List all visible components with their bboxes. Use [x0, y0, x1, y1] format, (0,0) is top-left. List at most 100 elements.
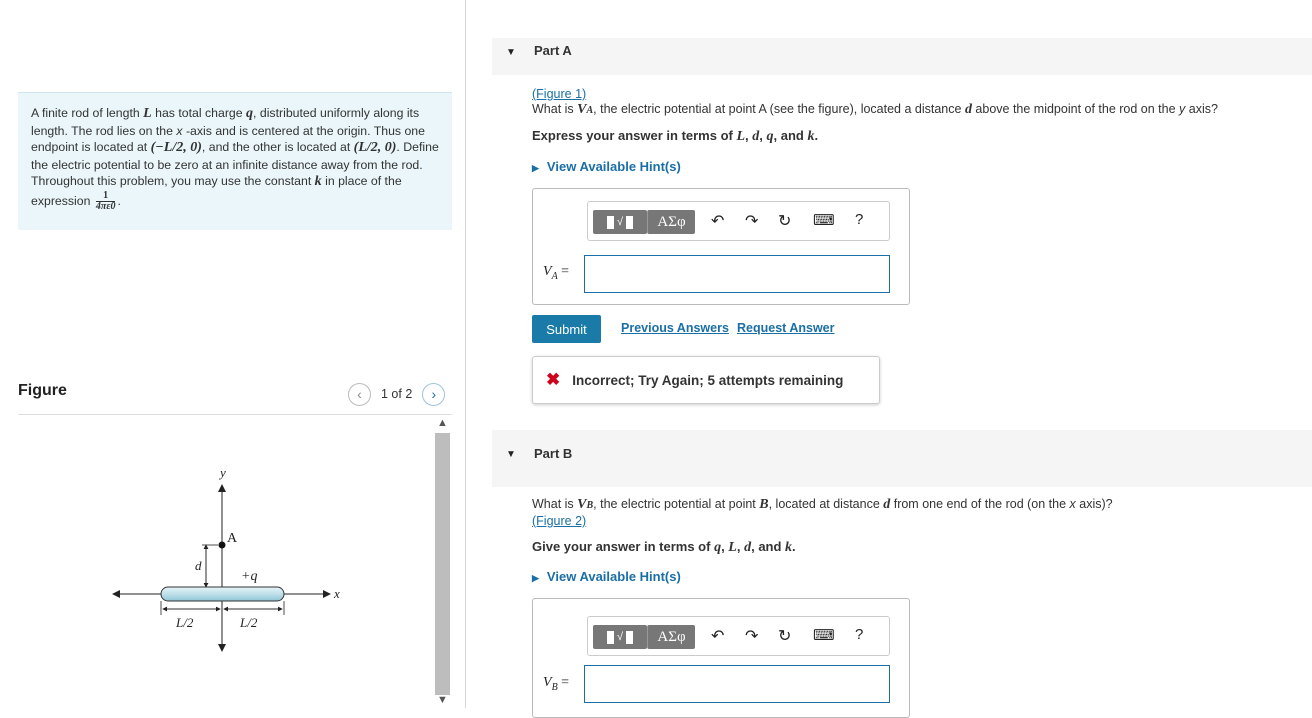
figure-scrollbar[interactable]: ▲ ▼	[433, 415, 452, 708]
caret-right-icon: ▶	[532, 573, 539, 583]
answer-input-vb[interactable]	[584, 665, 890, 703]
charged-rod	[160, 586, 285, 602]
part-a-header[interactable]: ▼ Part A	[492, 38, 1312, 75]
math-L: L	[143, 106, 152, 121]
templates-icon[interactable]: √	[593, 210, 647, 234]
term: L	[736, 129, 746, 144]
greek-symbols-icon[interactable]: ΑΣφ	[647, 625, 695, 649]
collapse-triangle-icon[interactable]: ▼	[506, 47, 516, 58]
chevron-up-icon[interactable]: ▲	[433, 417, 452, 431]
request-answer-link[interactable]: Request Answer	[737, 321, 834, 335]
hint-label: View Available Hint(s)	[546, 569, 681, 584]
math-k: k	[314, 174, 322, 189]
term: k	[807, 129, 815, 144]
chevron-down-icon[interactable]: ▼	[433, 694, 452, 706]
problem-text: has total charge	[151, 106, 247, 120]
math-V: V	[577, 497, 587, 512]
math-endpoint-left: (−L/2, 0)	[150, 140, 202, 155]
fraction-1-over-4pi-eps0: 1 4πε0	[95, 190, 116, 212]
greek-symbols-icon[interactable]: ΑΣφ	[647, 210, 695, 234]
keyboard-icon[interactable]: ⌨	[813, 211, 835, 229]
fraction-denominator: 4πε0	[95, 200, 116, 212]
part-b-answer-box: √ ΑΣφ ↶ ↷ ↻ ⌨ ? VB =	[532, 598, 910, 718]
redo-icon[interactable]: ↷	[745, 626, 758, 646]
point-a-marker	[218, 541, 226, 549]
part-a-hint-toggle[interactable]: ▶ View Available Hint(s)	[532, 159, 681, 174]
redo-icon[interactable]: ↷	[745, 211, 758, 231]
rod-diagram: y x A d +q L/2 L/2	[112, 465, 340, 652]
pane-divider	[465, 0, 466, 708]
left-pane: A finite rod of length L has total charg…	[0, 0, 465, 708]
caret-right-icon: ▶	[532, 163, 539, 173]
math-toolbar: √ ΑΣφ ↶ ↷ ↻ ⌨ ?	[587, 616, 890, 656]
part-a-express-instruction: Express your answer in terms of L, d, q,…	[532, 128, 819, 144]
label-d: d	[195, 558, 202, 573]
reset-icon[interactable]: ↻	[778, 211, 791, 231]
label-half-length-left: L/2	[175, 615, 194, 630]
question-text: , the electric potential at point A (see…	[593, 102, 965, 116]
part-a-answer-box: √ ΑΣφ ↶ ↷ ↻ ⌨ ? VA =	[532, 188, 910, 305]
part-b-hint-toggle[interactable]: ▶ View Available Hint(s)	[532, 569, 681, 584]
undo-icon[interactable]: ↶	[711, 626, 724, 646]
label-half-length-right: L/2	[239, 615, 258, 630]
part-a-title: Part A	[534, 43, 572, 58]
term: L	[728, 540, 737, 555]
term: d	[752, 129, 760, 144]
term: k	[785, 540, 793, 555]
feedback-text: Incorrect; Try Again; 5 attempts remaini…	[572, 372, 844, 388]
answer-label-vb: VB =	[543, 675, 570, 693]
question-text: What is	[532, 497, 578, 511]
question-text: above the midpoint of the rod on the	[971, 102, 1180, 116]
math-toolbar: √ ΑΣφ ↶ ↷ ↻ ⌨ ?	[587, 201, 890, 241]
math-q: q	[246, 106, 254, 121]
math-endpoint-right: (L/2, 0)	[353, 140, 397, 155]
figure-title: Figure	[18, 382, 67, 399]
chevron-right-icon[interactable]: ›	[422, 382, 446, 406]
label-x-axis: x	[333, 586, 340, 601]
question-text: axis?	[1185, 102, 1218, 116]
figure-pager: ‹ 1 of 2 ›	[348, 382, 446, 406]
hint-label: View Available Hint(s)	[546, 159, 681, 174]
templates-icon[interactable]: √	[593, 625, 647, 649]
scrollbar-thumb[interactable]	[435, 433, 450, 695]
figure-1-link[interactable]: (Figure 1)	[532, 87, 586, 101]
problem-statement: A finite rod of length L has total charg…	[18, 92, 452, 230]
term: d	[744, 540, 752, 555]
instruction-text: Express your answer in terms of	[532, 128, 737, 143]
math-d: d	[964, 102, 972, 117]
part-b-title: Part B	[534, 446, 573, 461]
term: q	[766, 129, 774, 144]
question-text: from one end of the rod (on the	[890, 497, 1070, 511]
help-icon[interactable]: ?	[855, 626, 863, 643]
submit-button[interactable]: Submit	[532, 315, 601, 343]
math-V: V	[577, 102, 587, 117]
question-text: What is	[532, 102, 578, 116]
undo-icon[interactable]: ↶	[711, 211, 724, 231]
close-icon: ✖	[546, 370, 561, 389]
instruction-text: Give your answer in terms of	[532, 539, 715, 554]
label-charge: +q	[241, 569, 257, 584]
part-b-express-instruction: Give your answer in terms of q, L, d, an…	[532, 539, 796, 555]
feedback-message: ✖ Incorrect; Try Again; 5 attempts remai…	[532, 356, 880, 404]
problem-text: A finite rod of length	[31, 106, 144, 120]
part-a-question: What is VA, the electric potential at po…	[532, 102, 1218, 118]
figure-2-link[interactable]: (Figure 2)	[532, 514, 586, 528]
question-text: , located at distance	[768, 497, 884, 511]
collapse-triangle-icon[interactable]: ▼	[506, 449, 516, 460]
previous-answers-link[interactable]: Previous Answers	[621, 321, 729, 335]
chevron-left-icon[interactable]: ‹	[348, 382, 371, 406]
problem-text: .	[117, 193, 121, 208]
figure-page-indicator: 1 of 2	[381, 387, 413, 401]
answer-input-va[interactable]	[584, 255, 890, 293]
help-icon[interactable]: ?	[855, 211, 863, 228]
keyboard-icon[interactable]: ⌨	[813, 626, 835, 644]
answer-label-va: VA =	[543, 264, 570, 282]
part-b-header[interactable]: ▼ Part B	[492, 430, 1312, 487]
term: q	[714, 540, 722, 555]
label-point-a: A	[227, 531, 238, 546]
reset-icon[interactable]: ↻	[778, 626, 791, 646]
math-B: B	[759, 497, 769, 512]
question-text: , the electric potential at point	[593, 497, 760, 511]
fraction-numerator: 1	[95, 190, 116, 202]
question-text: axis)?	[1075, 497, 1113, 511]
